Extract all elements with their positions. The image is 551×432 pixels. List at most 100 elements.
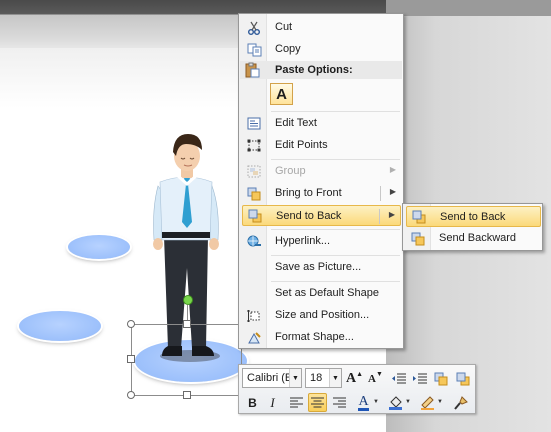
paste-keep-text-only-button[interactable]: A bbox=[270, 83, 293, 105]
menu-separator bbox=[271, 229, 400, 230]
font-name-value: Calibri (E bbox=[247, 372, 293, 384]
submenu-item-send-backward-label: Send Backward bbox=[439, 232, 517, 244]
chevron-down-icon[interactable]: ▼ bbox=[437, 399, 443, 405]
menu-separator bbox=[271, 159, 400, 160]
shrink-font-button[interactable]: A ▼ bbox=[366, 369, 385, 388]
chevron-down-icon[interactable]: ▼ bbox=[329, 369, 341, 387]
menu-item-save-as-picture-label: Save as Picture... bbox=[275, 261, 362, 273]
menu-item-edit-points[interactable]: Edit Points bbox=[242, 135, 401, 156]
font-color-button[interactable]: A ▼ bbox=[354, 393, 379, 412]
scissors-icon bbox=[242, 17, 266, 38]
submenu-item-send-to-back[interactable]: Send to Back bbox=[406, 206, 541, 227]
blank-icon bbox=[242, 283, 266, 304]
resize-handle-top[interactable] bbox=[183, 320, 191, 328]
grow-font-icon: A bbox=[345, 370, 357, 386]
down-arrow-icon: ▼ bbox=[376, 371, 383, 378]
shape-fill-button[interactable]: ▼ bbox=[386, 393, 411, 412]
format-painter-button[interactable] bbox=[451, 393, 470, 412]
toolbar-bring-to-front-button[interactable] bbox=[432, 369, 451, 388]
edit-text-icon bbox=[242, 113, 266, 134]
menu-item-cut[interactable]: Cut bbox=[242, 17, 401, 38]
workspace-edge bbox=[386, 0, 551, 16]
chevron-down-icon[interactable]: ▼ bbox=[289, 369, 301, 387]
toolbar-send-to-back-button[interactable] bbox=[454, 369, 473, 388]
chevron-down-icon[interactable]: ▼ bbox=[373, 399, 379, 405]
menu-item-format-shape-label: Format Shape... bbox=[275, 331, 354, 343]
increase-indent-button[interactable] bbox=[410, 369, 429, 388]
split-divider bbox=[379, 209, 380, 224]
font-color-icon: A bbox=[358, 393, 369, 411]
paste-options-label: Paste Options: bbox=[275, 64, 353, 76]
increase-indent-icon bbox=[412, 373, 427, 383]
italic-icon: I bbox=[270, 394, 275, 410]
shape-outline-button[interactable]: ▼ bbox=[418, 393, 443, 412]
shrink-font-icon: A bbox=[368, 372, 376, 385]
menu-item-set-default-shape[interactable]: Set as Default Shape bbox=[242, 283, 401, 304]
menu-item-group[interactable]: Group ▶ bbox=[242, 161, 401, 182]
resize-handle-left[interactable] bbox=[127, 355, 135, 363]
decrease-indent-icon bbox=[391, 373, 406, 383]
menu-item-edit-text[interactable]: Edit Text bbox=[242, 113, 401, 134]
menu-item-set-default-shape-label: Set as Default Shape bbox=[275, 287, 379, 299]
menu-item-copy[interactable]: Copy bbox=[242, 39, 401, 60]
menu-item-format-shape[interactable]: Format Shape... bbox=[242, 327, 401, 348]
menu-item-bring-to-front-label: Bring to Front bbox=[275, 187, 342, 199]
submenu-item-send-backward[interactable]: Send Backward bbox=[406, 228, 541, 249]
send-to-back-icon bbox=[407, 206, 431, 227]
split-divider bbox=[380, 186, 381, 201]
menu-item-edit-text-label: Edit Text bbox=[275, 117, 317, 129]
menu-item-group-label: Group bbox=[275, 165, 306, 177]
submenu-arrow-icon: ▶ bbox=[389, 165, 396, 174]
resize-handle-bottom[interactable] bbox=[183, 391, 191, 399]
align-left-button[interactable] bbox=[287, 393, 306, 412]
menu-item-edit-points-label: Edit Points bbox=[275, 139, 328, 151]
align-center-button[interactable] bbox=[308, 393, 327, 412]
font-size-combo[interactable]: 18 ▼ bbox=[305, 368, 342, 388]
font-size-value: 18 bbox=[310, 372, 323, 384]
menu-item-size-and-position[interactable]: Size and Position... bbox=[242, 305, 401, 326]
bring-to-front-icon bbox=[434, 372, 448, 385]
size-position-icon bbox=[242, 305, 266, 326]
rotation-handle[interactable] bbox=[183, 295, 193, 305]
decrease-indent-button[interactable] bbox=[389, 369, 408, 388]
group-icon bbox=[242, 161, 266, 182]
submenu-arrow-icon[interactable]: ▶ bbox=[389, 210, 395, 219]
blank-icon bbox=[242, 257, 266, 278]
format-shape-icon bbox=[242, 327, 266, 348]
paste-options-header: Paste Options: bbox=[240, 61, 402, 79]
context-menu: Cut Copy Paste Options: A Edit Text Edit… bbox=[238, 13, 404, 349]
edit-points-icon bbox=[242, 135, 266, 156]
paint-bucket-icon bbox=[389, 395, 402, 410]
menu-item-copy-label: Copy bbox=[275, 43, 301, 55]
menu-separator bbox=[271, 281, 400, 282]
submenu-arrow-icon[interactable]: ▶ bbox=[390, 187, 396, 196]
copy-icon bbox=[242, 39, 266, 60]
font-name-combo[interactable]: Calibri (E ▼ bbox=[242, 368, 302, 388]
submenu-item-send-to-back-label: Send to Back bbox=[440, 211, 506, 223]
chevron-down-icon[interactable]: ▼ bbox=[405, 399, 411, 405]
menu-item-send-to-back[interactable]: Send to Back ▶ bbox=[242, 205, 401, 226]
ellipse-shape-top[interactable] bbox=[68, 235, 130, 259]
format-painter-icon bbox=[454, 395, 468, 410]
clipboard-icon bbox=[244, 62, 260, 81]
bold-button[interactable]: B bbox=[243, 393, 262, 412]
align-right-icon bbox=[333, 397, 346, 408]
resize-handle-top-left[interactable] bbox=[127, 320, 135, 328]
menu-item-cut-label: Cut bbox=[275, 21, 293, 33]
menu-separator bbox=[271, 255, 400, 256]
italic-button[interactable]: I bbox=[263, 393, 282, 412]
send-to-back-icon bbox=[243, 205, 267, 226]
align-right-button[interactable] bbox=[330, 393, 349, 412]
mini-toolbar: Calibri (E ▼ 18 ▼ A ▲ A ▼ B I A ▼ ▼ ▼ bbox=[238, 364, 476, 414]
align-left-icon bbox=[290, 397, 303, 408]
resize-handle-bottom-left[interactable] bbox=[127, 391, 135, 399]
send-backward-icon bbox=[406, 228, 430, 249]
menu-item-bring-to-front[interactable]: Bring to Front ▶ bbox=[242, 183, 401, 204]
grow-font-button[interactable]: A ▲ bbox=[345, 369, 364, 388]
send-to-back-icon bbox=[456, 372, 470, 385]
menu-item-hyperlink-label: Hyperlink... bbox=[275, 235, 331, 247]
align-center-icon bbox=[311, 397, 324, 408]
ellipse-shape-left[interactable] bbox=[19, 311, 101, 341]
menu-item-hyperlink[interactable]: Hyperlink... bbox=[242, 231, 401, 252]
menu-item-save-as-picture[interactable]: Save as Picture... bbox=[242, 257, 401, 278]
